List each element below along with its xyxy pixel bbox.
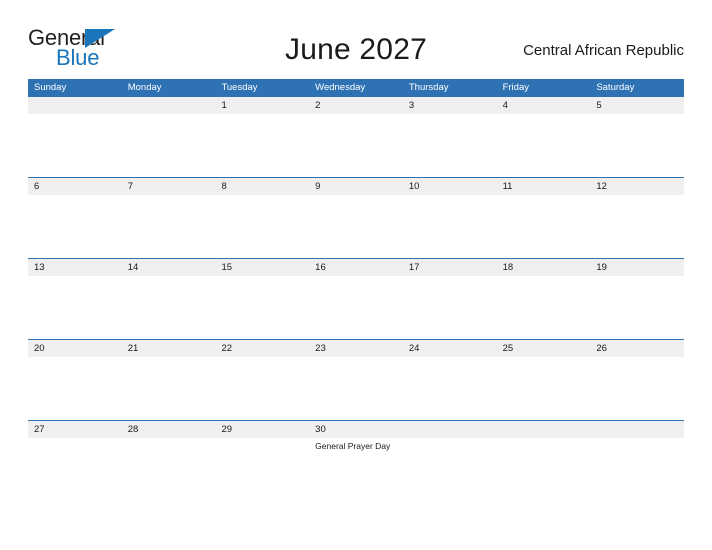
day-number[interactable]: 26 bbox=[590, 340, 684, 357]
day-number[interactable]: 16 bbox=[309, 259, 403, 276]
calendar-week-row: 20 21 22 23 24 25 26 bbox=[28, 339, 684, 420]
weekday-header-row: Sunday Monday Tuesday Wednesday Thursday… bbox=[28, 79, 684, 96]
day-number[interactable]: 8 bbox=[215, 178, 309, 195]
weekday-header-wednesday: Wednesday bbox=[315, 82, 366, 93]
weekday-header-friday: Friday bbox=[502, 82, 529, 93]
calendar-grid: Sunday Monday Tuesday Wednesday Thursday… bbox=[28, 79, 684, 501]
day-number[interactable]: 28 bbox=[122, 421, 216, 438]
day-cell[interactable] bbox=[122, 195, 216, 258]
day-cell[interactable] bbox=[28, 276, 122, 339]
day-cell[interactable] bbox=[497, 114, 591, 177]
day-number[interactable]: 29 bbox=[215, 421, 309, 438]
day-cell[interactable] bbox=[215, 357, 309, 420]
day-number[interactable]: 30 bbox=[309, 421, 403, 438]
day-cell[interactable] bbox=[28, 114, 122, 177]
day-number[interactable]: 2 bbox=[309, 97, 403, 114]
day-cell[interactable] bbox=[590, 276, 684, 339]
week-events-band bbox=[28, 195, 684, 258]
day-cell[interactable] bbox=[309, 114, 403, 177]
day-number[interactable]: 6 bbox=[28, 178, 122, 195]
day-number[interactable]: 18 bbox=[497, 259, 591, 276]
calendar-week-row: 6 7 8 9 10 11 12 bbox=[28, 177, 684, 258]
calendar-week-row: 1 2 3 4 5 bbox=[28, 96, 684, 177]
day-cell[interactable] bbox=[215, 276, 309, 339]
day-number[interactable]: 23 bbox=[309, 340, 403, 357]
day-number[interactable]: 12 bbox=[590, 178, 684, 195]
day-cell[interactable] bbox=[403, 195, 497, 258]
weekday-header-saturday: Saturday bbox=[596, 82, 635, 93]
day-number[interactable]: 3 bbox=[403, 97, 497, 114]
weekday-header-monday: Monday bbox=[127, 82, 162, 93]
week-daynum-band: 6 7 8 9 10 11 12 bbox=[28, 178, 684, 195]
day-number[interactable]: 25 bbox=[497, 340, 591, 357]
day-cell[interactable] bbox=[590, 438, 684, 501]
day-number[interactable]: 27 bbox=[28, 421, 122, 438]
day-number[interactable]: 24 bbox=[403, 340, 497, 357]
day-cell[interactable] bbox=[122, 357, 216, 420]
day-cell[interactable] bbox=[215, 114, 309, 177]
day-cell[interactable] bbox=[497, 438, 591, 501]
day-event-general-prayer-day: General Prayer Day bbox=[315, 441, 391, 451]
calendar-week-row: 27 28 29 30 General Prayer Day bbox=[28, 420, 684, 501]
day-cell[interactable] bbox=[497, 195, 591, 258]
day-cell[interactable] bbox=[590, 357, 684, 420]
day-number[interactable]: 1 bbox=[215, 97, 309, 114]
day-cell[interactable] bbox=[403, 114, 497, 177]
calendar-page: General Blue June 2027 Central African R… bbox=[0, 0, 712, 550]
weekday-header-tuesday: Tuesday bbox=[221, 82, 258, 93]
day-cell[interactable]: General Prayer Day bbox=[309, 438, 403, 501]
day-number[interactable] bbox=[497, 421, 591, 438]
weekday-header-thursday: Thursday bbox=[408, 82, 449, 93]
day-number[interactable]: 4 bbox=[497, 97, 591, 114]
day-number[interactable]: 17 bbox=[403, 259, 497, 276]
day-cell[interactable] bbox=[497, 357, 591, 420]
day-number[interactable] bbox=[403, 421, 497, 438]
week-daynum-band: 27 28 29 30 bbox=[28, 421, 684, 438]
day-number[interactable]: 19 bbox=[590, 259, 684, 276]
day-cell[interactable] bbox=[309, 276, 403, 339]
day-cell[interactable] bbox=[28, 195, 122, 258]
day-number[interactable]: 5 bbox=[590, 97, 684, 114]
weekday-header-sunday: Sunday bbox=[34, 82, 67, 93]
day-cell[interactable] bbox=[215, 195, 309, 258]
day-cell[interactable] bbox=[309, 357, 403, 420]
day-number[interactable]: 7 bbox=[122, 178, 216, 195]
day-number[interactable]: 9 bbox=[309, 178, 403, 195]
week-events-band bbox=[28, 276, 684, 339]
calendar-week-row: 13 14 15 16 17 18 19 bbox=[28, 258, 684, 339]
country-label: Central African Republic bbox=[523, 42, 684, 59]
day-number[interactable] bbox=[28, 97, 122, 114]
week-daynum-band: 20 21 22 23 24 25 26 bbox=[28, 340, 684, 357]
week-daynum-band: 13 14 15 16 17 18 19 bbox=[28, 259, 684, 276]
day-cell[interactable] bbox=[215, 438, 309, 501]
day-cell[interactable] bbox=[28, 438, 122, 501]
day-number[interactable]: 10 bbox=[403, 178, 497, 195]
day-number[interactable]: 22 bbox=[215, 340, 309, 357]
day-number[interactable]: 21 bbox=[122, 340, 216, 357]
week-events-band: General Prayer Day bbox=[28, 438, 684, 501]
day-cell[interactable] bbox=[403, 276, 497, 339]
week-daynum-band: 1 2 3 4 5 bbox=[28, 97, 684, 114]
day-cell[interactable] bbox=[122, 438, 216, 501]
week-events-band bbox=[28, 357, 684, 420]
day-cell[interactable] bbox=[590, 195, 684, 258]
day-number[interactable]: 13 bbox=[28, 259, 122, 276]
day-number[interactable] bbox=[590, 421, 684, 438]
day-number[interactable]: 11 bbox=[497, 178, 591, 195]
day-cell[interactable] bbox=[309, 195, 403, 258]
day-cell[interactable] bbox=[497, 276, 591, 339]
day-cell[interactable] bbox=[403, 357, 497, 420]
day-number[interactable] bbox=[122, 97, 216, 114]
page-header: General Blue June 2027 Central African R… bbox=[28, 26, 684, 72]
day-cell[interactable] bbox=[122, 114, 216, 177]
day-cell[interactable] bbox=[403, 438, 497, 501]
day-cell[interactable] bbox=[122, 276, 216, 339]
day-number[interactable]: 15 bbox=[215, 259, 309, 276]
day-number[interactable]: 14 bbox=[122, 259, 216, 276]
day-number[interactable]: 20 bbox=[28, 340, 122, 357]
day-cell[interactable] bbox=[590, 114, 684, 177]
day-cell[interactable] bbox=[28, 357, 122, 420]
week-events-band bbox=[28, 114, 684, 177]
